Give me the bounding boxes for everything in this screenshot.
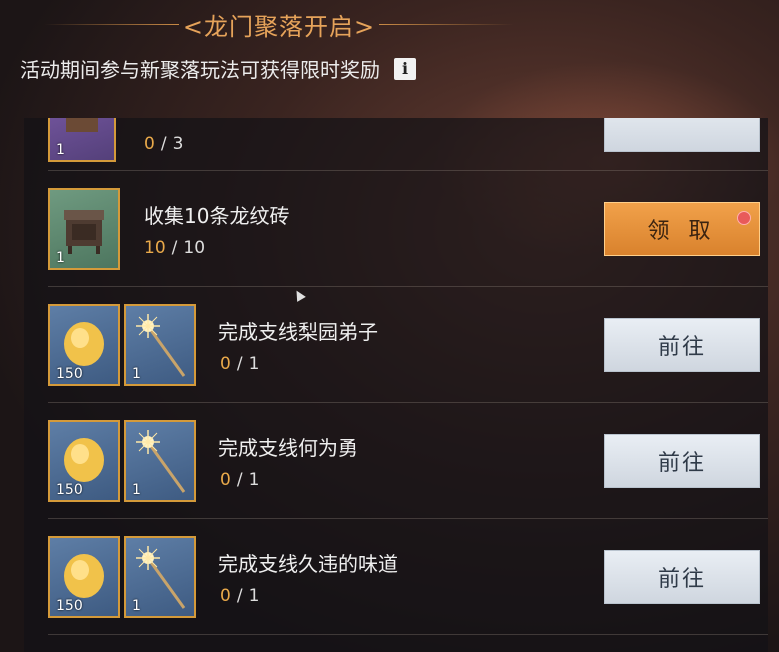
task-name: 完成支线久违的味道 (218, 552, 398, 576)
claim-button-label: 领 取 (647, 219, 717, 244)
title-decor-right (379, 23, 514, 25)
reward-count: 150 (56, 598, 83, 614)
reward-count: 1 (56, 142, 65, 158)
go-button[interactable]: 前往 (604, 550, 760, 604)
event-header: <龙门聚落开启> 活动期间参与新聚落玩法可获得限时奖励 i (0, 0, 779, 110)
reward-item-slot[interactable]: 1 (48, 188, 120, 270)
task-progress: 0/1 (220, 470, 260, 490)
info-icon[interactable]: i (394, 57, 416, 80)
go-button-label: 前往 (657, 451, 706, 476)
reward-count: 1 (132, 598, 141, 614)
go-button-label: 前往 (657, 335, 706, 360)
task-progress: 0/1 (220, 354, 260, 374)
task-progress: 0/1 (220, 586, 260, 606)
reward-count: 1 (132, 366, 141, 382)
reward-count: 1 (132, 482, 141, 498)
reward-item-slot[interactable]: 1 (124, 420, 196, 502)
reward-count: 1 (56, 250, 65, 266)
go-button-label: 前往 (657, 567, 706, 592)
task-progress: 0/3 (144, 134, 184, 154)
reward-count: 150 (56, 366, 83, 382)
reward-item-slot[interactable]: 1 (124, 536, 196, 618)
task-row: 150 1 完成支线何为勇 0/1 前往 (48, 402, 768, 519)
task-name: 完成支线梨园弟子 (218, 320, 378, 344)
title-decor-left (44, 23, 179, 25)
reward-count: 150 (56, 482, 83, 498)
subtitle-text: 活动期间参与新聚落玩法可获得限时奖励 (20, 58, 380, 82)
claim-button[interactable]: 领 取 (604, 202, 760, 256)
go-button[interactable]: 前往 (604, 434, 760, 488)
notification-dot (737, 211, 751, 225)
reward-item-slot[interactable]: 150 (48, 420, 120, 502)
reward-item-slot[interactable]: 150 (48, 536, 120, 618)
go-button[interactable]: 前往 (604, 318, 760, 372)
reward-item-slot[interactable]: 1 (124, 304, 196, 386)
event-title: <龙门聚落开启> (182, 12, 376, 41)
go-button[interactable] (604, 118, 760, 152)
task-progress: 10/10 (144, 238, 206, 258)
reward-item-slot[interactable]: 1 (48, 118, 116, 162)
task-row: 1 0/3 (48, 118, 768, 171)
task-row: 150 1 完成支线梨园弟子 0/1 前往 (48, 286, 768, 403)
task-name: 完成支线何为勇 (218, 436, 358, 460)
event-subtitle: 活动期间参与新聚落玩法可获得限时奖励 i (20, 54, 416, 83)
task-name: 收集10条龙纹砖 (144, 204, 290, 228)
task-row: 1 收集10条龙纹砖 10/10 领 取 (48, 170, 768, 287)
task-list[interactable]: 1 0/3 1 收集10条龙纹砖 10/10 领 取 150 1 完成支线梨园弟… (24, 118, 768, 652)
title-row: <龙门聚落开启> (44, 8, 514, 41)
task-row: 150 1 完成支线久违的味道 0/1 前往 (48, 518, 768, 635)
reward-item-slot[interactable]: 150 (48, 304, 120, 386)
